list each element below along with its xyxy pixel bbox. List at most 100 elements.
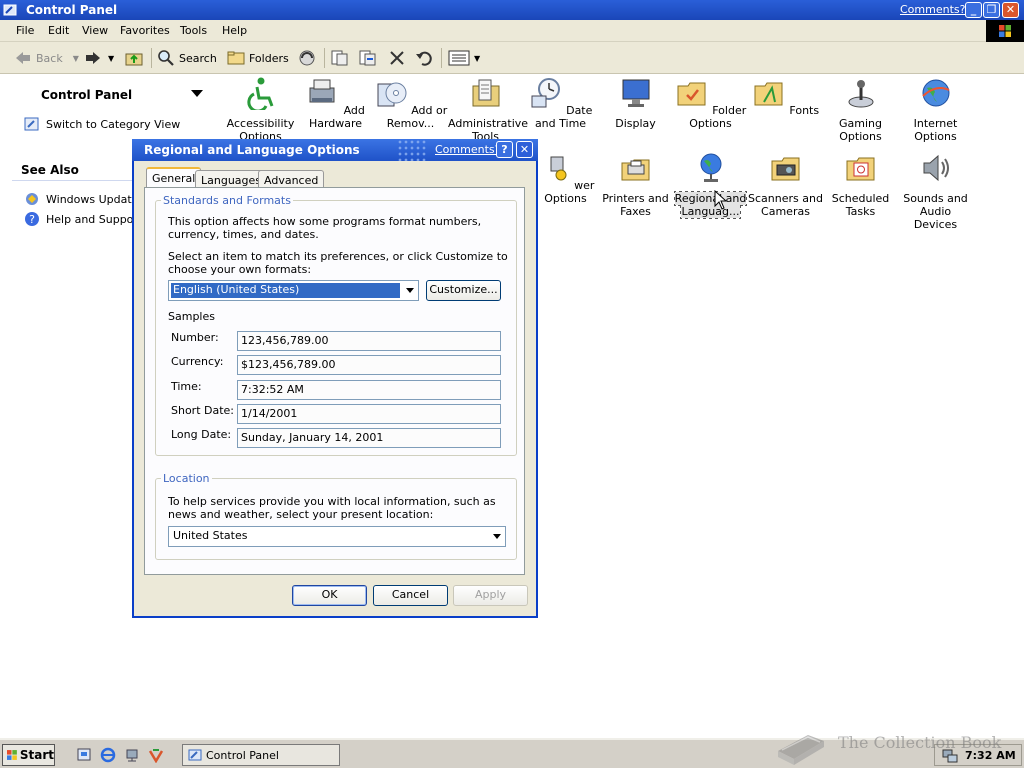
- search-button[interactable]: Search: [157, 48, 217, 68]
- cp-fonts[interactable]: Fonts: [748, 76, 823, 117]
- menu-view[interactable]: View: [82, 24, 108, 37]
- search-icon: [158, 50, 174, 66]
- menu-file[interactable]: File: [16, 24, 34, 37]
- windows-update-label: Windows Update: [46, 192, 139, 206]
- menu-edit[interactable]: Edit: [48, 24, 69, 37]
- cp-item-label: Fonts: [789, 104, 820, 117]
- accessibility-icon: [246, 77, 273, 113]
- cp-administrative-tools[interactable]: Administrative Tools: [448, 76, 528, 143]
- format-select[interactable]: English (United States): [168, 280, 419, 301]
- quicklaunch-ie-icon[interactable]: [100, 747, 116, 763]
- see-also-divider: [12, 180, 132, 181]
- folders-button[interactable]: Folders: [227, 48, 289, 68]
- sample-short-date-label: Short Date:: [171, 404, 235, 417]
- menu-favorites[interactable]: Favorites: [120, 24, 170, 37]
- help-support-icon: ?: [25, 212, 39, 226]
- switch-category-view-link[interactable]: Switch to Category View: [24, 116, 180, 132]
- apply-button[interactable]: Apply: [453, 585, 528, 606]
- collapse-chevron-icon[interactable]: [191, 90, 203, 97]
- tab-general[interactable]: General: [146, 167, 202, 189]
- start-button[interactable]: Start: [2, 744, 55, 766]
- cp-folder-options[interactable]: Folder Options: [673, 76, 748, 130]
- speaker-icon: [923, 154, 949, 182]
- quicklaunch-media-icon[interactable]: [148, 747, 164, 763]
- dialog-close-button[interactable]: ✕: [516, 141, 533, 158]
- close-button[interactable]: ✕: [1002, 2, 1019, 18]
- cp-power-options[interactable]: wer Options: [528, 151, 603, 205]
- menu-help[interactable]: Help: [222, 24, 247, 37]
- cp-scheduled-tasks[interactable]: Scheduled Tasks: [823, 151, 898, 218]
- cancel-button[interactable]: Cancel: [373, 585, 448, 606]
- restore-button[interactable]: ❐: [983, 2, 1000, 18]
- back-arrow-icon: [16, 52, 30, 64]
- cp-add-hardware[interactable]: Add Hardware: [298, 76, 373, 130]
- cp-regional-and-language-options[interactable]: Regional and Languag...: [673, 151, 748, 219]
- cp-add-remove-programs[interactable]: Add or Remov...: [373, 76, 448, 130]
- cp-item-label: Scheduled Tasks: [831, 192, 890, 218]
- standards-instruction: Select an item to match its preferences,…: [168, 250, 508, 276]
- dialog-titlebar[interactable]: Regional and Language Options Comments? …: [132, 139, 538, 161]
- forward-button[interactable]: ▼: [84, 48, 114, 68]
- cp-printers-and-faxes[interactable]: Printers and Faxes: [598, 151, 673, 218]
- globe-stand-icon: [700, 153, 721, 182]
- copy-to-icon: [359, 50, 376, 66]
- location-select[interactable]: United States: [168, 526, 506, 547]
- cp-sounds-and-audio-devices[interactable]: Sounds and Audio Devices: [898, 151, 973, 231]
- dialog-comments-link[interactable]: Comments?: [435, 143, 500, 156]
- see-also-heading: See Also: [21, 163, 79, 177]
- svg-text:?: ?: [29, 213, 35, 226]
- views-dropdown-icon[interactable]: ▼: [474, 54, 480, 63]
- dialog-help-button[interactable]: ?: [496, 141, 513, 158]
- comments-link[interactable]: Comments?: [900, 3, 965, 16]
- cp-item-label: Internet Options: [913, 117, 958, 143]
- format-dropdown-icon[interactable]: [406, 288, 414, 293]
- back-label: Back: [36, 51, 63, 65]
- scheduled-tasks-icon: [846, 157, 874, 181]
- taskbar-task-label: Control Panel: [206, 748, 279, 762]
- sync-button[interactable]: [297, 48, 317, 68]
- minimize-button[interactable]: _: [965, 2, 982, 18]
- search-label: Search: [179, 51, 217, 65]
- cp-item-label: Printers and Faxes: [602, 192, 669, 218]
- samples-title: Samples: [168, 310, 215, 323]
- ok-button[interactable]: OK: [292, 585, 367, 606]
- delete-button[interactable]: [388, 48, 406, 68]
- up-folder-icon: [125, 53, 143, 66]
- cp-display[interactable]: Display: [598, 76, 673, 130]
- watermark: The Collection Book: [772, 719, 1012, 767]
- cp-date-and-time[interactable]: Date and Time: [523, 76, 598, 130]
- undo-button[interactable]: [414, 48, 434, 68]
- menu-bar: File Edit View Favorites Tools Help: [0, 20, 1024, 42]
- location-description: To help services provide you with local …: [168, 495, 496, 521]
- sample-number-value: 123,456,789.00: [237, 331, 501, 351]
- taskbar-control-panel-button[interactable]: Control Panel: [182, 744, 340, 766]
- start-label: Start: [19, 748, 54, 762]
- cp-accessibility-options[interactable]: Accessibility Options: [223, 76, 298, 143]
- quicklaunch-desktop-icon[interactable]: [76, 747, 92, 763]
- menu-tools[interactable]: Tools: [180, 24, 207, 37]
- quicklaunch-network-icon[interactable]: [124, 747, 140, 763]
- cp-scanners-and-cameras[interactable]: Scanners and Cameras: [748, 151, 823, 218]
- cp-item-label: Sounds and Audio Devices: [903, 192, 968, 231]
- forward-dropdown-icon[interactable]: ▼: [108, 54, 114, 63]
- windows-flag-icon: [7, 750, 17, 760]
- views-button[interactable]: ▼: [448, 48, 480, 68]
- move-to-button[interactable]: [330, 48, 350, 68]
- location-dropdown-icon[interactable]: [493, 534, 501, 539]
- up-folder-button[interactable]: [124, 48, 144, 68]
- back-button[interactable]: Back ▼: [14, 48, 79, 68]
- cp-internet-options[interactable]: Internet Options: [898, 76, 973, 143]
- sample-currency-label: Currency:: [171, 355, 224, 368]
- watermark-text: The Collection Book: [838, 733, 1002, 752]
- windows-update-link[interactable]: Windows Update: [24, 191, 138, 207]
- joystick-icon: [848, 80, 873, 108]
- window-titlebar[interactable]: Control Panel Comments? _ ❐ ✕: [0, 0, 1024, 20]
- help-support-link[interactable]: ? Help and Support: [24, 211, 142, 227]
- category-view-icon: [24, 117, 39, 131]
- back-dropdown-icon[interactable]: ▼: [73, 54, 79, 63]
- copy-to-button[interactable]: [358, 48, 378, 68]
- switch-category-view-label: Switch to Category View: [46, 117, 181, 131]
- toolbar: Back ▼ ▼ Search Folders ▼: [0, 42, 1024, 74]
- cp-gaming-options[interactable]: Gaming Options: [823, 76, 898, 143]
- customize-button[interactable]: Customize...: [426, 280, 501, 301]
